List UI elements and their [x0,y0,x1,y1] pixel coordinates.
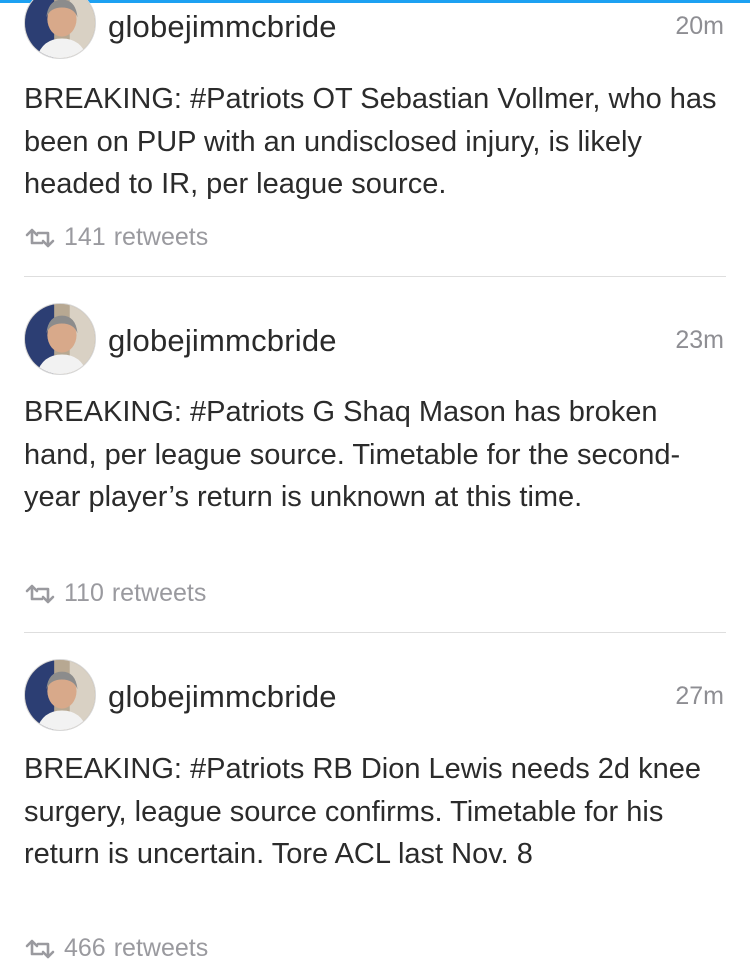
tweet-text: BREAKING: #Patriots OT Sebastian Vollmer… [24,83,717,200]
timestamp: 20m [675,12,724,40]
avatar-image [25,0,95,58]
avatar[interactable] [24,303,96,375]
retweet-label: retweets [111,579,207,607]
username[interactable]: globejimmcbride [108,325,337,356]
retweet-count[interactable]: 141 retweets [24,225,208,250]
retweet-label: retweets [113,934,209,962]
username[interactable]: globejimmcbride [108,681,337,712]
tweet-text: BREAKING: #Patriots G Shaq Mason has bro… [24,396,681,513]
timestamp: 27m [675,682,724,710]
retweet-icon [24,583,56,605]
avatar-image [25,660,95,730]
retweet-label: retweets [113,223,209,251]
tweet-text: BREAKING: #Patriots RB Dion Lewis needs … [24,753,701,870]
retweet-count[interactable]: 466 retweets [24,936,208,961]
avatar-image [25,304,95,374]
retweet-icon [24,938,56,960]
avatar[interactable] [24,659,96,731]
timestamp: 23m [675,326,724,354]
retweet-number: 141 [64,223,106,251]
username[interactable]: globejimmcbride [108,11,337,42]
retweet-count[interactable]: 110 retweets [24,581,206,606]
retweet-icon [24,227,56,249]
divider [24,632,726,633]
retweet-number: 466 [64,934,106,962]
top-accent-bar [0,0,750,3]
divider [24,276,726,277]
avatar[interactable] [24,0,96,59]
retweet-number: 110 [64,579,104,607]
